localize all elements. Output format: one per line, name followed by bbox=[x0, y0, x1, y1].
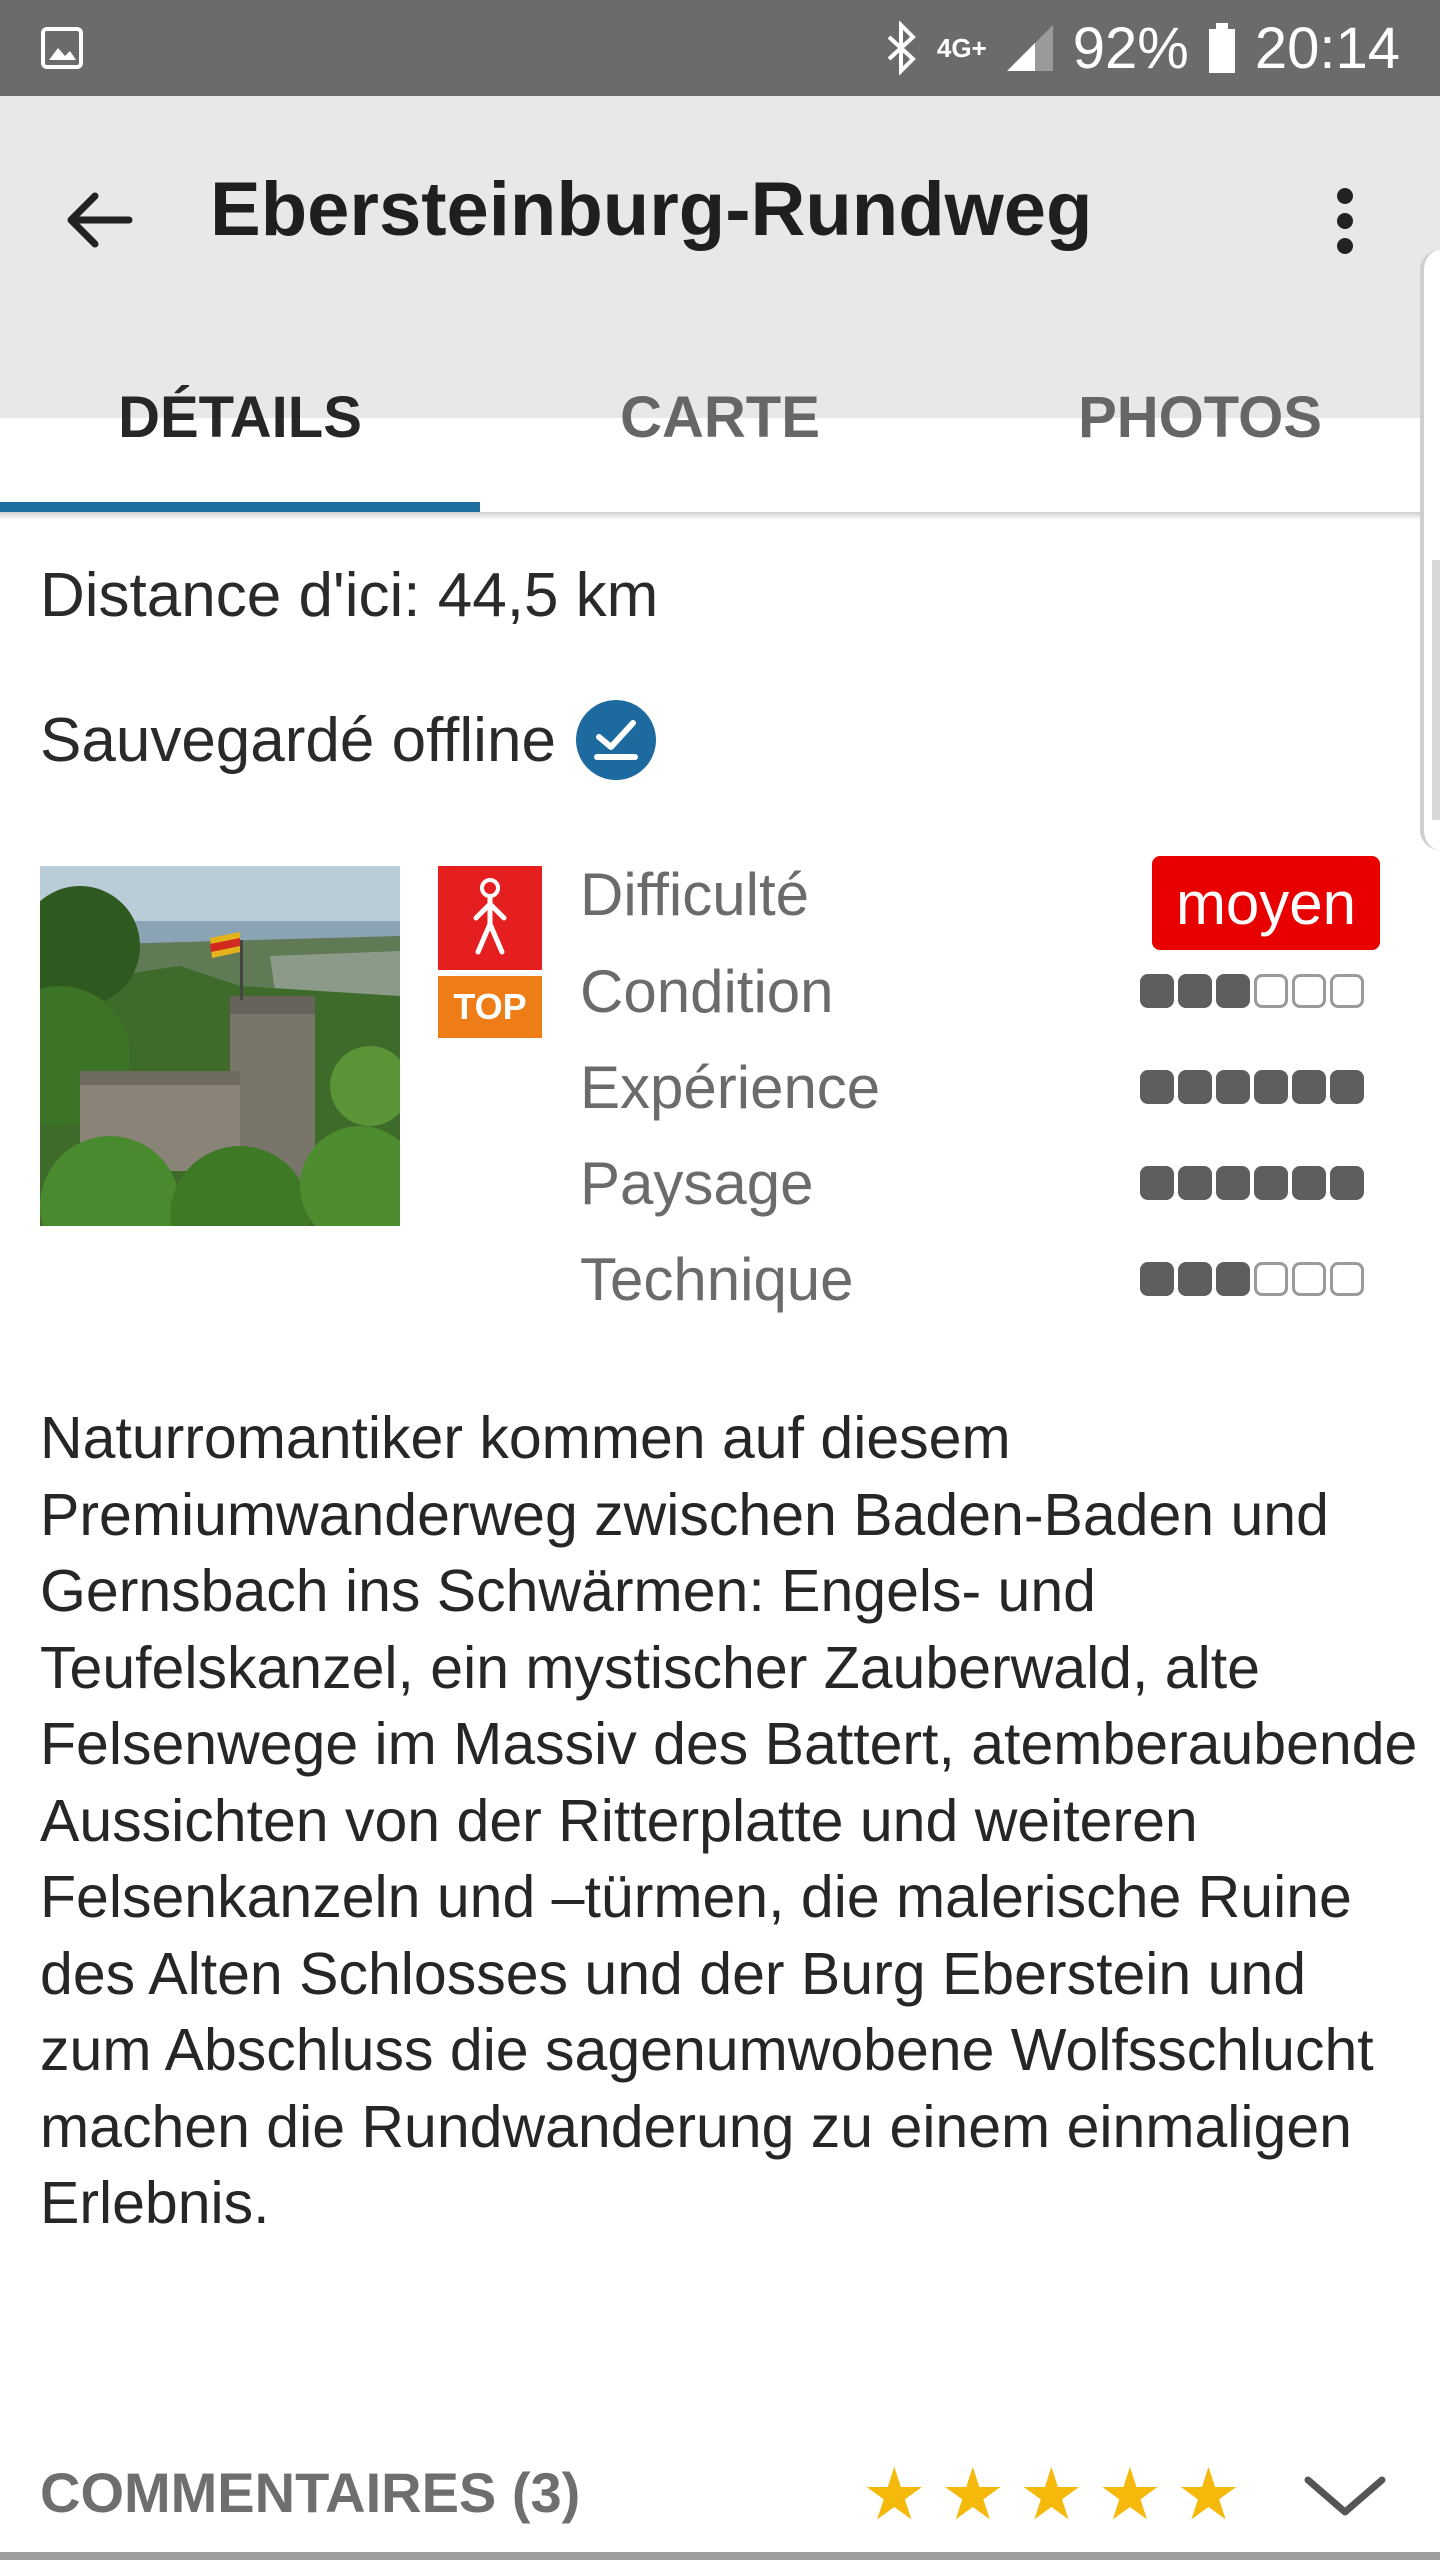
star-icon: ★ bbox=[1019, 2455, 1084, 2535]
bluetooth-icon bbox=[887, 21, 916, 75]
active-tab-indicator bbox=[0, 502, 480, 512]
tab-map[interactable]: CARTE bbox=[480, 322, 960, 512]
scrollbar[interactable] bbox=[1432, 560, 1440, 820]
rating-dot-filled bbox=[1178, 1262, 1212, 1296]
tab-photos[interactable]: PHOTOS bbox=[960, 322, 1440, 512]
rating-dot-filled bbox=[1178, 1070, 1212, 1104]
battery-icon bbox=[1208, 23, 1235, 73]
distance-text: Distance d'ici: 44,5 km bbox=[40, 561, 659, 630]
network-type: 4G+ bbox=[936, 32, 987, 63]
rating-dot-filled bbox=[1292, 1166, 1326, 1200]
bottom-divider bbox=[0, 2552, 1440, 2560]
rating-dot-filled bbox=[1178, 974, 1212, 1008]
divider bbox=[0, 512, 1440, 520]
difficulty-badge: moyen bbox=[1152, 856, 1380, 950]
rating-dot-empty bbox=[1254, 1262, 1288, 1296]
tab-bar: DÉTAILS CARTE PHOTOS bbox=[0, 322, 1440, 512]
rating-dot-filled bbox=[1140, 974, 1174, 1008]
rating-dot-filled bbox=[1140, 1166, 1174, 1200]
star-icon: ★ bbox=[1097, 2455, 1163, 2535]
star-icon: ★ bbox=[1176, 2455, 1241, 2535]
rating-dot-filled bbox=[1140, 1262, 1174, 1296]
rating-dot-empty bbox=[1330, 1262, 1364, 1296]
rating-dot-filled bbox=[1254, 1166, 1288, 1200]
hiker-icon bbox=[438, 866, 542, 970]
rating-dots bbox=[1140, 1070, 1364, 1104]
rating-dot-filled bbox=[1216, 974, 1250, 1008]
rating-dot-empty bbox=[1330, 974, 1364, 1008]
rating-dot-filled bbox=[1140, 1070, 1174, 1104]
back-arrow-icon bbox=[67, 192, 133, 248]
battery-percent: 92% bbox=[1072, 15, 1189, 81]
rating-label-condition: Condition bbox=[580, 958, 834, 1025]
rating-dots bbox=[1140, 974, 1364, 1008]
back-button[interactable] bbox=[48, 170, 148, 270]
star-icon: ★ bbox=[940, 2455, 1006, 2535]
rating-dot-filled bbox=[1330, 1166, 1364, 1200]
more-options-button[interactable] bbox=[1300, 166, 1390, 276]
rating-label-experience: Expérience bbox=[580, 1054, 881, 1121]
rating-label-landscape: Paysage bbox=[580, 1150, 814, 1217]
rating-label-technique: Technique bbox=[580, 1246, 854, 1313]
tab-details[interactable]: DÉTAILS bbox=[0, 322, 480, 512]
rating-dot-empty bbox=[1292, 974, 1326, 1008]
rating-dot-empty bbox=[1254, 974, 1288, 1008]
rating-dot-filled bbox=[1216, 1070, 1250, 1104]
tour-photo[interactable] bbox=[40, 866, 400, 1226]
comments-header[interactable]: COMMENTAIRES (3) bbox=[40, 2460, 580, 2525]
offline-status: Sauvegardé offline bbox=[40, 700, 656, 780]
rating-dot-filled bbox=[1216, 1262, 1250, 1296]
rating-dots bbox=[1140, 1262, 1364, 1296]
rating-dot-filled bbox=[1216, 1166, 1250, 1200]
rating-dot-filled bbox=[1292, 1070, 1326, 1104]
status-bar: 4G+ 92% 20:14 bbox=[0, 0, 1440, 96]
offline-label: Sauvegardé offline bbox=[40, 705, 556, 775]
rating-dot-filled bbox=[1330, 1070, 1364, 1104]
rating-dot-filled bbox=[1254, 1070, 1288, 1104]
rating-dot-filled bbox=[1178, 1166, 1212, 1200]
star-icon: ★ bbox=[862, 2455, 927, 2535]
more-vert-icon bbox=[1337, 188, 1353, 254]
clock: 20:14 bbox=[1254, 15, 1400, 81]
offline-check-icon bbox=[575, 700, 656, 780]
comments-rating: ★ ★ ★ ★ ★ bbox=[862, 2455, 1241, 2535]
rating-dots bbox=[1140, 1166, 1364, 1200]
chevron-down-icon[interactable] bbox=[1300, 2460, 1390, 2530]
signal-icon bbox=[1006, 25, 1053, 71]
gallery-icon bbox=[41, 27, 83, 69]
top-badge: TOP bbox=[438, 976, 542, 1038]
rating-label-difficulty: Difficulté bbox=[580, 861, 809, 928]
page-title: Ebersteinburg-Rundweg bbox=[210, 167, 1093, 252]
rating-dot-empty bbox=[1292, 1262, 1326, 1296]
tour-description: Naturromantiker kommen auf diesem Premiu… bbox=[40, 1405, 1418, 2236]
